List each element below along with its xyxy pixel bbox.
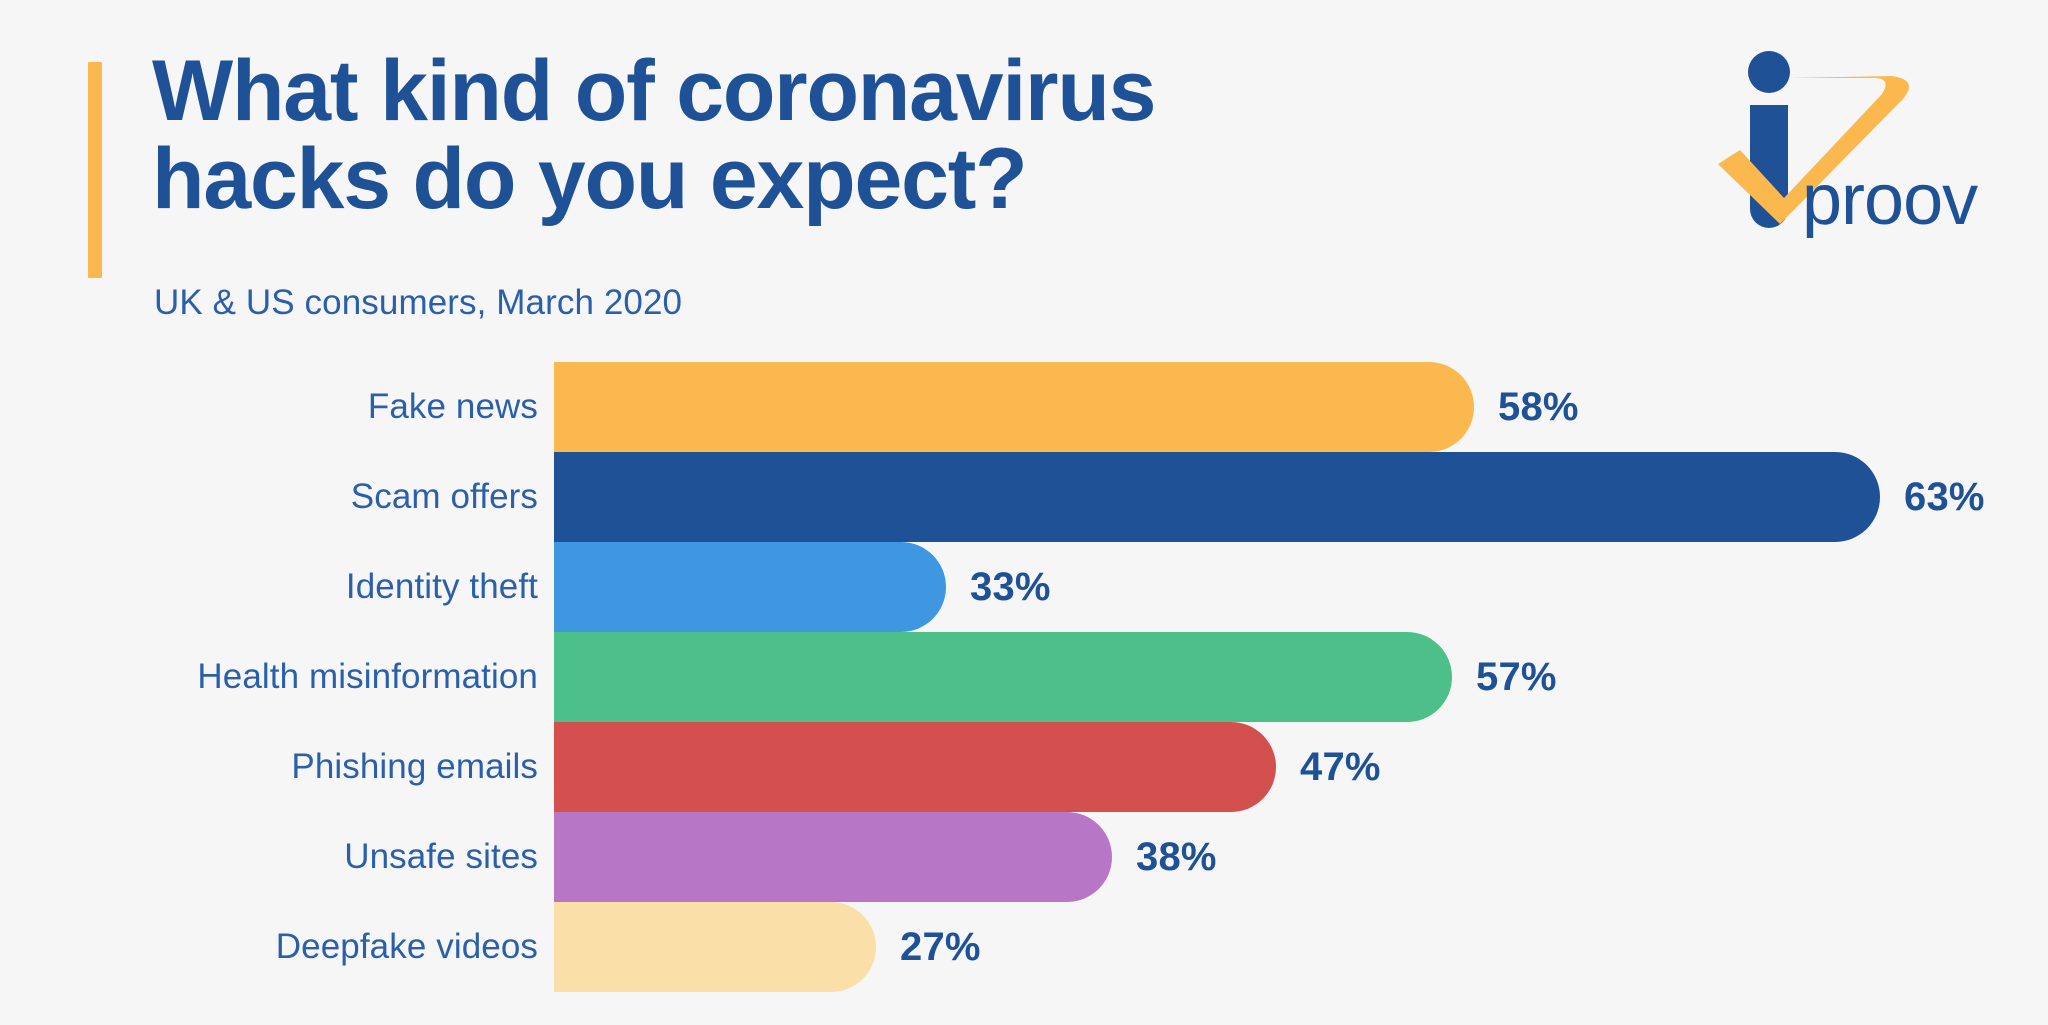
bar-label-identity-theft: Identity theft <box>345 567 538 606</box>
bar-value-scam-offers: 63% <box>1904 475 1985 519</box>
bar-health-misinformation <box>554 632 1452 722</box>
logo-i-dot <box>1748 51 1790 93</box>
table-row: Fake news 58% <box>0 362 2048 452</box>
bar-scam-offers <box>554 452 1880 542</box>
chart-canvas: What kind of coronavirus hacks do you ex… <box>0 0 2048 1025</box>
chart-header: What kind of coronavirus hacks do you ex… <box>0 0 2048 350</box>
bar-track: 63% <box>554 452 2048 542</box>
bar-label-scam-offers: Scam offers <box>350 477 538 516</box>
logo-wordmark: proov <box>1802 160 1978 238</box>
page-title: What kind of coronavirus hacks do you ex… <box>152 43 1156 227</box>
bar-label-fake-news: Fake news <box>367 387 538 426</box>
bar-track: 33% <box>554 542 2048 632</box>
bar-label-unsafe-sites: Unsafe sites <box>344 837 538 876</box>
bar-value-fake-news: 58% <box>1498 385 1579 429</box>
bar-phishing-emails <box>554 722 1276 812</box>
table-row: Scam offers 63% <box>0 452 2048 542</box>
bar-deepfake-videos <box>554 902 876 992</box>
bar-chart: Fake news 58% Scam offers 63% Identity t… <box>0 362 2048 1002</box>
bar-value-deepfake-videos: 27% <box>900 925 981 969</box>
bar-track: 47% <box>554 722 2048 812</box>
bar-value-identity-theft: 33% <box>970 565 1051 609</box>
title-accent-bar <box>88 62 102 278</box>
bar-identity-theft <box>554 542 946 632</box>
table-row: Deepfake videos 27% <box>0 902 2048 992</box>
bar-unsafe-sites <box>554 812 1112 902</box>
bar-value-unsafe-sites: 38% <box>1136 835 1217 879</box>
table-row: Unsafe sites 38% <box>0 812 2048 902</box>
bar-value-phishing-emails: 47% <box>1300 745 1381 789</box>
bar-track: 57% <box>554 632 2048 722</box>
bar-label-deepfake-videos: Deepfake videos <box>275 927 538 966</box>
iproov-logo: proov <box>1706 38 2006 238</box>
table-row: Health misinformation 57% <box>0 632 2048 722</box>
page-subtitle: UK & US consumers, March 2020 <box>154 283 683 322</box>
table-row: Identity theft 33% <box>0 542 2048 632</box>
bar-label-health-misinformation: Health misinformation <box>197 657 538 696</box>
bar-track: 27% <box>554 902 2048 992</box>
bar-track: 58% <box>554 362 2048 452</box>
bar-fake-news <box>554 362 1474 452</box>
bar-label-phishing-emails: Phishing emails <box>291 747 538 786</box>
bar-track: 38% <box>554 812 2048 902</box>
bar-value-health-misinformation: 57% <box>1476 655 1557 699</box>
table-row: Phishing emails 47% <box>0 722 2048 812</box>
